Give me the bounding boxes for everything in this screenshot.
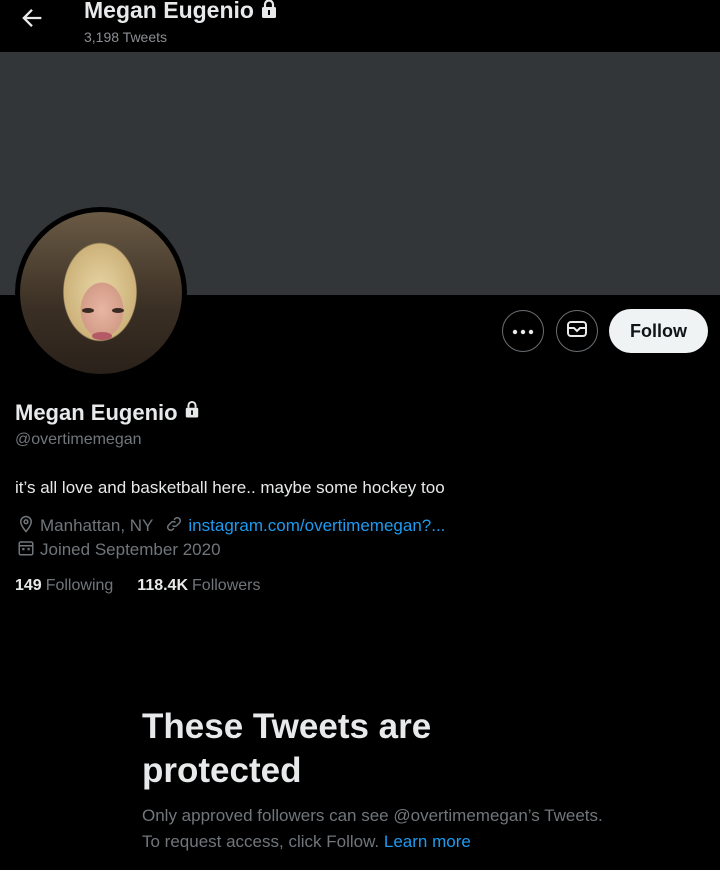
header-title: Megan Eugenio: [84, 0, 278, 25]
followers-label: Followers: [192, 577, 261, 594]
message-icon: [566, 319, 588, 344]
profile-bio: it’s all love and basketball here.. mayb…: [15, 478, 445, 497]
more-options-button[interactable]: [502, 310, 544, 352]
calendar-icon: [17, 539, 40, 562]
followers-stat[interactable]: 118.4K Followers: [137, 577, 260, 595]
protected-title: These Tweets are protected: [142, 707, 432, 790]
header-name: Megan Eugenio: [84, 0, 254, 23]
back-arrow-icon[interactable]: [18, 4, 46, 32]
message-button[interactable]: [556, 310, 598, 352]
learn-more-link[interactable]: Learn more: [384, 832, 471, 851]
follow-button[interactable]: Follow: [609, 309, 708, 353]
profile-name: Megan Eugenio: [15, 400, 178, 425]
profile-handle: @overtimemegan: [15, 431, 142, 448]
protected-text: Only approved followers can see @overtim…: [142, 806, 603, 851]
more-icon: [512, 322, 534, 340]
avatar-lips: [92, 332, 112, 340]
location-text: Manhattan, NY: [40, 516, 154, 535]
website-link[interactable]: instagram.com/overtimemegan?...: [188, 516, 445, 536]
profile-name-row: Megan Eugenio: [15, 400, 200, 426]
following-label: Following: [45, 577, 114, 594]
tweet-count: 3,198 Tweets: [84, 29, 168, 45]
website: instagram.com/overtimemegan?...: [165, 515, 445, 538]
link-icon: [165, 515, 188, 538]
joined-row: Joined September 2020: [17, 539, 221, 561]
joined-text: Joined September 2020: [40, 540, 221, 559]
avatar[interactable]: [20, 212, 182, 374]
location-icon: [17, 515, 40, 538]
followers-count: 118.4K: [137, 577, 189, 594]
location: Manhattan, NY: [17, 515, 153, 538]
avatar-frame: [15, 207, 187, 379]
lock-icon: [184, 399, 200, 425]
protected-message: Only approved followers can see @overtim…: [142, 803, 612, 855]
profile-stats: 149 Following 118.4K Followers: [15, 577, 284, 595]
lock-icon: [260, 0, 278, 25]
avatar-eye: [112, 308, 124, 313]
following-stat[interactable]: 149 Following: [15, 577, 113, 595]
joined: Joined September 2020: [17, 539, 221, 562]
top-bar: Megan Eugenio 3,198 Tweets: [0, 0, 720, 52]
following-count: 149: [15, 577, 42, 594]
avatar-eye: [82, 308, 94, 313]
profile-meta-row: Manhattan, NY instagram.com/overtimemega…: [17, 515, 445, 537]
